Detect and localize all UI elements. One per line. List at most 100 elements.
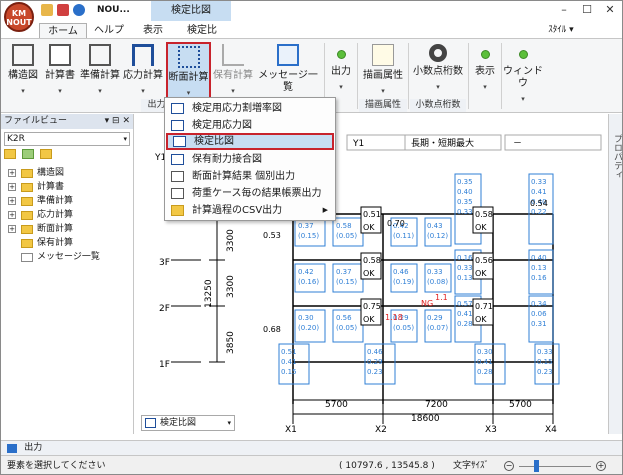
svg-text:0.15: 0.15 — [281, 368, 297, 376]
open-icon[interactable] — [41, 4, 53, 16]
status-bar: 要素を選択してください ( 10797.6 , 13545.8 ) 文字ｻｲｽﾞ… — [1, 455, 622, 474]
menu-item-stress-increase[interactable]: 検定用応力割増率図 — [166, 100, 334, 117]
tree-item[interactable]: + 計算書 — [1, 180, 133, 194]
tree-item[interactable]: + 断面計算 — [1, 222, 133, 236]
svg-text:0.41: 0.41 — [531, 188, 547, 196]
menu-item-capacity-joint[interactable]: 保有耐力接合図 — [166, 151, 334, 168]
folder-icon — [21, 169, 33, 178]
collapse-icon[interactable] — [40, 149, 53, 159]
output-pane-tab[interactable]: 出力 — [1, 440, 622, 455]
height-dim-1: 3300 — [226, 229, 236, 252]
svg-text:0.46: 0.46 — [393, 268, 409, 276]
total-height-dim: 13250 — [204, 279, 214, 308]
tree-item[interactable]: + 準備計算 — [1, 194, 133, 208]
structure-button[interactable]: 構造図 ▾ — [5, 44, 41, 104]
menu-item-csv-output[interactable]: 計算過程のCSV出力 ▶ — [166, 202, 334, 219]
floor-label-1f: 1F — [159, 360, 170, 370]
tree-item[interactable]: + 構造図 — [1, 166, 133, 180]
svg-text:(0.05): (0.05) — [336, 324, 357, 332]
panel-controls[interactable]: ▾ ⊟ ✕ — [105, 114, 133, 129]
font-size-slider[interactable] — [519, 466, 591, 467]
svg-text:(0.08): (0.08) — [427, 278, 448, 286]
section-calc-button[interactable]: 断面計算 ▾ — [166, 42, 211, 104]
svg-text:1.1: 1.1 — [435, 293, 448, 302]
file-view-header: ファイルビュー ▾ ⊟ ✕ — [1, 114, 133, 129]
menu-item-individual-output[interactable]: 断面計算結果 個別出力 — [166, 168, 334, 185]
svg-text:0.13: 0.13 — [531, 264, 547, 272]
view-icon — [480, 50, 490, 59]
style-menu[interactable]: ｽﾀｲﾙ ▾ — [541, 23, 581, 39]
prep-calc-button[interactable]: 準備計算 ▾ — [79, 44, 121, 104]
menu-item-check-stress[interactable]: 検定用応力図 — [166, 117, 334, 134]
capacity-calc-button[interactable]: 保有計算 ▾ — [213, 44, 253, 104]
draw-attr-button[interactable]: 描画属性 ▾ — [359, 44, 407, 104]
svg-text:(0.15): (0.15) — [298, 232, 319, 240]
svg-text:0.33: 0.33 — [427, 268, 443, 276]
document-icon — [171, 171, 184, 182]
svg-text:0.37: 0.37 — [336, 268, 352, 276]
calc-book-button[interactable]: 計算書 ▾ — [43, 44, 77, 104]
svg-text:0.13: 0.13 — [457, 274, 473, 282]
svg-text:0.57: 0.57 — [457, 300, 473, 308]
zoom-out-icon[interactable]: − — [504, 461, 514, 471]
minimize-button[interactable]: – — [556, 3, 572, 17]
svg-text:0.58: 0.58 — [336, 222, 352, 230]
svg-text:(0.20): (0.20) — [298, 324, 319, 332]
output-button[interactable]: 出力 ▾ — [327, 44, 355, 104]
document-icon — [171, 188, 184, 199]
folder-icon[interactable] — [4, 149, 16, 159]
font-size-label: 文字ｻｲｽﾞ — [453, 461, 490, 471]
expand-icon[interactable] — [22, 149, 35, 159]
svg-text:0.75: 0.75 — [363, 302, 381, 311]
window-button[interactable]: ウィンドウ ▾ — [503, 44, 543, 104]
svg-text:0.31: 0.31 — [531, 320, 547, 328]
tab-view[interactable]: 表示 — [133, 23, 173, 39]
project-select[interactable]: K2R ▾ — [4, 132, 130, 146]
menu-item-check-ratio[interactable]: 検定比図 — [166, 133, 334, 150]
view-button[interactable]: 表示 ▾ — [471, 44, 499, 104]
svg-text:OK: OK — [475, 315, 487, 324]
maximize-button[interactable]: ☐ — [579, 3, 595, 17]
frame-icon — [173, 136, 186, 147]
svg-text:OK: OK — [363, 269, 375, 278]
frame-icon — [171, 103, 184, 114]
help-icon[interactable] — [73, 4, 85, 16]
slider-thumb[interactable] — [534, 460, 539, 472]
tab-check-ratio[interactable]: 検定比 — [177, 23, 227, 39]
height-dim-3: 3850 — [226, 331, 236, 354]
tree-item[interactable]: + 応力計算 — [1, 208, 133, 222]
zoom-in-icon[interactable]: + — [596, 461, 606, 471]
floor-label-3f: 3F — [159, 258, 170, 268]
file-view-panel: ファイルビュー ▾ ⊟ ✕ K2R ▾ + 構造図 + 計算書 + 準備計算 + 応力計算 … — [1, 114, 134, 434]
svg-text:1.18: 1.18 — [385, 313, 403, 322]
svg-text:0.58: 0.58 — [363, 256, 381, 265]
decimals-button[interactable]: 小数点桁数 ▾ — [410, 44, 466, 104]
check-ratio-icon — [145, 418, 156, 428]
menu-item-loadcase-report[interactable]: 荷重ケース毎の結果帳票出力 — [166, 185, 334, 202]
stress-calc-button[interactable]: 応力計算 ▾ — [122, 44, 164, 104]
svg-text:0.22: 0.22 — [531, 208, 547, 216]
svg-text:0.23: 0.23 — [537, 368, 553, 376]
svg-text:0.30: 0.30 — [477, 348, 493, 356]
properties-panel[interactable]: プロパティ — [608, 114, 622, 434]
message-list-button[interactable]: メッセージ一覧 — [255, 44, 321, 104]
svg-text:OK: OK — [475, 223, 487, 232]
close-button[interactable]: ✕ — [602, 3, 618, 17]
app-logo-icon[interactable]: KM NOUT — [4, 2, 34, 32]
print-icon[interactable] — [57, 4, 69, 16]
properties-tab[interactable]: プロパティ — [611, 134, 622, 179]
tree-item[interactable]: メッセージ一覧 — [1, 250, 133, 264]
tab-help[interactable]: ヘルプ — [89, 23, 129, 39]
window-title: NOU... — [97, 5, 130, 15]
tab-home[interactable]: ホーム — [39, 23, 87, 39]
svg-text:(0.19): (0.19) — [393, 278, 414, 286]
svg-text:NG: NG — [421, 299, 433, 308]
folder-icon — [21, 225, 33, 234]
gear-icon — [429, 44, 447, 62]
view-select[interactable]: 検定比図 ▾ — [141, 415, 235, 431]
cursor-coordinates: ( 10797.6 , 13545.8 ) — [339, 461, 435, 471]
tree-item[interactable]: 保有計算 — [1, 236, 133, 250]
calc-book-icon — [49, 44, 71, 66]
svg-text:0.58: 0.58 — [475, 210, 493, 219]
chevron-down-icon: ▾ — [227, 419, 231, 427]
